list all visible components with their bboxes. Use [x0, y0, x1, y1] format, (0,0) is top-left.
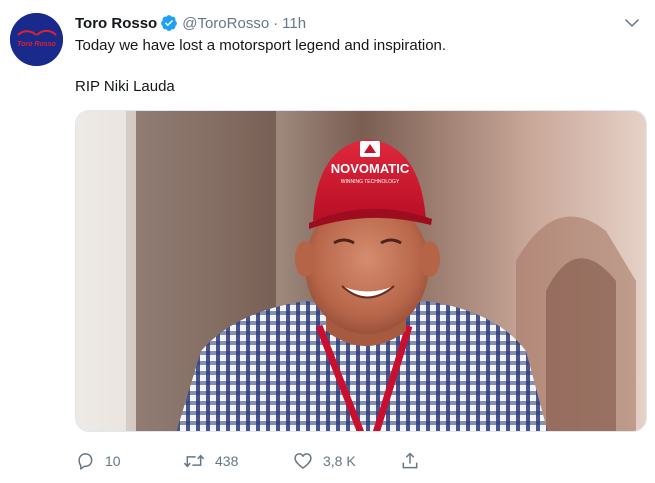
tweet-photo[interactable]: NOVOMATIC WINNING TECHNOLOGY	[75, 110, 647, 432]
share-icon	[402, 452, 418, 469]
avatar-logo-text: Toro Rosso	[17, 41, 56, 48]
like-count: 3,8 K	[323, 453, 356, 469]
reply-count: 10	[105, 453, 121, 469]
header-separator: ·	[273, 14, 279, 32]
toro-rosso-logo: Toro Rosso	[10, 13, 63, 66]
like-button[interactable]: 3,8 K	[293, 449, 356, 473]
cap-brand-text: NOVOMATIC	[331, 161, 410, 176]
reply-button[interactable]: 10	[75, 449, 121, 473]
share-button[interactable]	[400, 449, 430, 473]
tweet-card[interactable]: Toro Rosso Toro Rosso @ToroRosso · 11h T…	[0, 0, 655, 483]
retweet-button[interactable]: 438	[183, 449, 238, 473]
tweet-text-line-1: Today we have lost a motorsport legend a…	[75, 37, 447, 54]
cap-tagline-text: WINNING TECHNOLOGY	[341, 179, 400, 185]
tweet-content: Toro Rosso @ToroRosso · 11h Today we hav…	[75, 12, 647, 97]
reply-icon	[78, 453, 93, 470]
author-handle[interactable]: @ToroRosso	[182, 15, 269, 32]
heart-icon	[294, 453, 312, 469]
photo-niki-lauda: NOVOMATIC WINNING TECHNOLOGY	[76, 111, 646, 431]
retweet-icon	[183, 454, 205, 468]
chevron-down-icon[interactable]	[623, 14, 641, 32]
author-avatar[interactable]: Toro Rosso	[10, 13, 63, 66]
verified-badge-icon	[160, 14, 178, 32]
retweet-count: 438	[215, 453, 239, 469]
tweet-header: Toro Rosso @ToroRosso · 11h	[75, 12, 647, 34]
tweet-actions: 10 438 3,8 K	[75, 449, 515, 473]
tweet-timestamp[interactable]: 11h	[282, 15, 306, 32]
tweet-text-line-2: RIP Niki Lauda	[75, 78, 175, 95]
author-name[interactable]: Toro Rosso	[75, 15, 157, 32]
